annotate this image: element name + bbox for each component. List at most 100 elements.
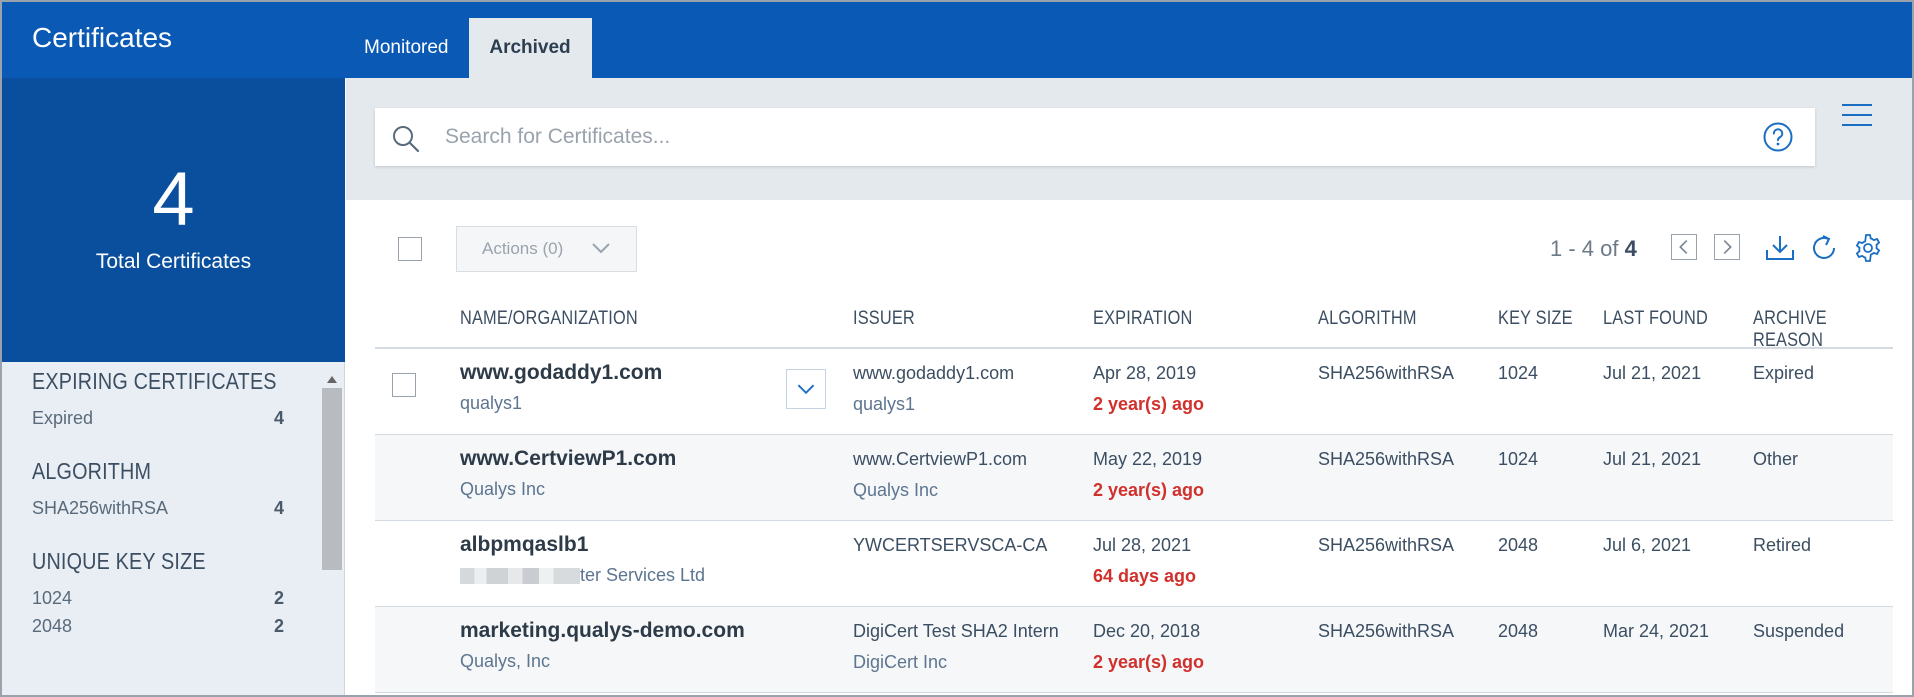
pager-text: 1 - 4 of 4 <box>1550 236 1637 262</box>
cert-name[interactable]: www.CertviewP1.com <box>460 447 676 471</box>
issuer-name: YWCERTSERVSCA-CA <box>853 535 1048 555</box>
expiration-relative: 2 year(s) ago <box>1093 480 1205 500</box>
select-all-checkbox[interactable] <box>398 237 422 261</box>
list-toolbar: Actions (0) 1 - 4 of 4 <box>346 200 1912 300</box>
tab-bar: Monitored Archived <box>344 18 592 78</box>
gear-icon[interactable] <box>1852 232 1884 264</box>
last-found: Jul 21, 2021 <box>1603 363 1702 383</box>
algorithm: SHA256withRSA <box>1318 449 1455 469</box>
cert-name[interactable]: albpmqaslb1 <box>460 533 588 557</box>
help-icon[interactable] <box>1762 121 1794 153</box>
top-header: Certificates Monitored Archived <box>2 2 1912 78</box>
scroll-up-arrow-icon[interactable] <box>327 376 337 383</box>
pager-total: 4 <box>1624 236 1637 261</box>
issuer-name: DigiCert Test SHA2 Intern <box>853 621 1059 641</box>
chevron-left-icon[interactable] <box>1671 234 1697 260</box>
issuer-org: qualys1 <box>853 394 916 414</box>
total-label: Total Certificates <box>95 250 252 273</box>
last-found: Jul 21, 2021 <box>1603 449 1702 469</box>
download-icon[interactable] <box>1764 232 1796 264</box>
facet-item-label: Expired <box>32 408 94 428</box>
column-header-issuer[interactable]: ISSUER <box>853 308 915 330</box>
total-count: 4 <box>152 157 195 242</box>
facet-title-algorithm: ALGORITHM <box>32 458 152 484</box>
actions-label: Actions (0) <box>482 239 564 258</box>
cert-name[interactable]: marketing.qualys-demo.com <box>460 619 745 643</box>
cert-org-redacted: ter Services Ltd <box>460 565 705 586</box>
chevron-down-icon <box>592 243 610 254</box>
expiration-date: Dec 20, 2018 <box>1093 621 1201 641</box>
expiration-date: Jul 28, 2021 <box>1093 535 1192 555</box>
search-box <box>375 108 1815 166</box>
facet-item-count: 4 <box>273 408 284 428</box>
last-found: Mar 24, 2021 <box>1603 621 1710 641</box>
facet-item-label: 2048 <box>32 616 73 636</box>
refresh-icon[interactable] <box>1808 232 1840 264</box>
cert-org: ter Services Ltd <box>580 565 706 585</box>
table-row[interactable]: www.godaddy1.com qualys1 www.godaddy1.co… <box>375 349 1893 435</box>
issuer-name: www.godaddy1.com <box>853 363 1015 383</box>
facet-item-1024[interactable]: 1024 2 <box>32 588 284 609</box>
column-header-expiration[interactable]: EXPIRATION <box>1093 308 1192 330</box>
column-header-algorithm[interactable]: ALGORITHM <box>1318 308 1417 330</box>
column-header-name[interactable]: NAME/ORGANIZATION <box>460 308 638 330</box>
expiration-relative: 2 year(s) ago <box>1093 652 1205 672</box>
key-size: 2048 <box>1498 535 1539 555</box>
total-certificates-card: 4 Total Certificates <box>2 78 345 362</box>
algorithm: SHA256withRSA <box>1318 535 1455 555</box>
facet-item-2048[interactable]: 2048 2 <box>32 616 284 637</box>
app-title: Certificates <box>32 22 173 53</box>
actions-dropdown[interactable]: Actions (0) <box>456 226 637 272</box>
last-found: Jul 6, 2021 <box>1603 535 1692 555</box>
facet-item-count: 4 <box>273 498 284 518</box>
tab-archived[interactable]: Archived <box>468 18 592 78</box>
key-size: 1024 <box>1498 363 1539 383</box>
table-row[interactable]: www.CertviewP1.com Qualys Inc www.Certvi… <box>375 435 1893 521</box>
cert-org: qualys1 <box>460 393 523 413</box>
expiration-relative: 2 year(s) ago <box>1093 394 1205 414</box>
table-row[interactable]: albpmqaslb1 ter Services Ltd YWCERTSERVS… <box>375 521 1893 607</box>
expiration-relative: 64 days ago <box>1093 566 1197 586</box>
algorithm: SHA256withRSA <box>1318 621 1455 641</box>
tab-monitored[interactable]: Monitored <box>344 18 469 78</box>
facet-title-key-size: UNIQUE KEY SIZE <box>32 548 206 574</box>
menu-icon[interactable] <box>1840 102 1874 128</box>
expiration-date: May 22, 2019 <box>1093 449 1203 469</box>
pager-range: 1 - 4 of <box>1550 236 1619 261</box>
table-row[interactable]: marketing.qualys-demo.com Qualys, Inc Di… <box>375 607 1893 693</box>
issuer-name: www.CertviewP1.com <box>853 449 1028 469</box>
key-size: 2048 <box>1498 621 1539 641</box>
search-input[interactable] <box>445 118 1725 156</box>
left-panel: 4 Total Certificates EXPIRING CERTIFICAT… <box>2 78 345 695</box>
column-header-archive-reason[interactable]: ARCHIVE REASON <box>1753 308 1873 352</box>
issuer-org: DigiCert Inc <box>853 652 948 672</box>
algorithm: SHA256withRSA <box>1318 363 1455 383</box>
facet-item-label: SHA256withRSA <box>32 498 169 518</box>
facet-scrollbar[interactable] <box>320 368 344 695</box>
redacted-text <box>460 568 580 585</box>
column-header-last-found[interactable]: LAST FOUND <box>1603 308 1708 330</box>
search-band <box>346 78 1912 200</box>
facet-item-count: 2 <box>273 588 284 608</box>
cert-name[interactable]: www.godaddy1.com <box>460 361 662 385</box>
cert-org: Qualys, Inc <box>460 651 551 671</box>
row-expand-chevron-icon[interactable] <box>786 369 826 409</box>
cert-org: Qualys Inc <box>460 479 546 499</box>
archive-reason: Other <box>1753 449 1799 469</box>
search-icon[interactable] <box>391 124 421 154</box>
facet-title-expiring: EXPIRING CERTIFICATES <box>32 368 277 394</box>
column-header-key-size[interactable]: KEY SIZE <box>1498 308 1573 330</box>
archive-reason: Retired <box>1753 535 1812 555</box>
facet-item-label: 1024 <box>32 588 73 608</box>
archive-reason: Suspended <box>1753 621 1845 641</box>
archive-reason: Expired <box>1753 363 1815 383</box>
chevron-right-icon[interactable] <box>1714 234 1740 260</box>
expiration-date: Apr 28, 2019 <box>1093 363 1197 383</box>
facet-item-expired[interactable]: Expired 4 <box>32 408 284 429</box>
key-size: 1024 <box>1498 449 1539 469</box>
issuer-org: Qualys Inc <box>853 480 939 500</box>
facet-item-sha256withrsa[interactable]: SHA256withRSA 4 <box>32 498 284 519</box>
app-window: Certificates Monitored Archived 4 Total … <box>0 0 1914 697</box>
scroll-thumb[interactable] <box>322 388 342 570</box>
row-checkbox[interactable] <box>392 373 416 397</box>
